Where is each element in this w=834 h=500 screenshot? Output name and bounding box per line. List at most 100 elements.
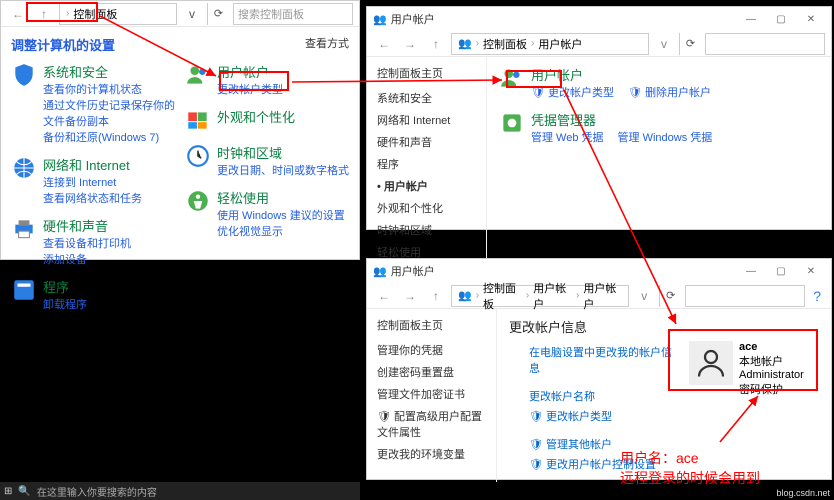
cp-category-appearance[interactable]: 外观和个性化 <box>185 107 349 133</box>
breadcrumb-item[interactable]: 用户帐户 <box>533 280 572 312</box>
nav-up-icon[interactable]: ↑ <box>425 33 447 55</box>
breadcrumb-item[interactable]: 控制面板 <box>483 280 522 312</box>
category-sub[interactable]: 备份和还原(Windows 7) <box>43 129 175 145</box>
category-sub[interactable]: 查看设备和打印机 <box>43 235 131 251</box>
card-sub[interactable]: 管理 Web 凭据 <box>531 129 604 145</box>
sidebar-item[interactable]: 网络和 Internet <box>377 109 476 131</box>
nav-forward-icon[interactable]: → <box>399 285 421 307</box>
nav-forward-icon[interactable]: → <box>399 33 421 55</box>
breadcrumb-item[interactable]: 控制面板 <box>483 36 527 52</box>
sidebar-item[interactable]: 外观和个性化 <box>377 197 476 219</box>
card-title[interactable]: 凭据管理器 <box>531 110 712 129</box>
shield-icon: 🛡 <box>377 411 391 423</box>
nav-up-icon[interactable]: ↑ <box>33 3 55 25</box>
maximize-button[interactable]: ▢ <box>767 10 795 28</box>
sidebar-link[interactable]: 管理文件加密证书 <box>377 383 486 405</box>
cp-category-hardware[interactable]: 硬件和声音 查看设备和打印机 添加设备 <box>11 216 175 267</box>
window-title: 用户帐户 <box>391 11 435 27</box>
help-icon[interactable]: ? <box>809 288 825 304</box>
avatar-icon <box>689 341 733 385</box>
dropdown-icon[interactable]: v <box>653 33 675 55</box>
maximize-button[interactable]: ▢ <box>767 262 795 280</box>
sidebar-heading[interactable]: 控制面板主页 <box>377 65 476 81</box>
dropdown-icon[interactable]: v <box>633 285 655 307</box>
nav-back-icon[interactable]: ← <box>373 33 395 55</box>
breadcrumb-item[interactable]: 用户帐户 <box>538 36 582 52</box>
nav-up-icon[interactable]: ↑ <box>425 285 447 307</box>
sidebar-item[interactable]: 时钟和区域 <box>377 219 476 241</box>
category-sub[interactable]: 添加设备 <box>43 251 131 267</box>
cp-category-ease[interactable]: 轻松使用 使用 Windows 建议的设置 优化视觉显示 <box>185 188 349 239</box>
search-icon: 🔍 <box>18 486 30 497</box>
refresh-icon[interactable]: ⟳ <box>679 33 701 55</box>
card-credential-manager[interactable]: 凭据管理器 管理 Web 凭据 管理 Windows 凭据 <box>499 110 819 145</box>
action-link[interactable]: 更改帐户名称 <box>509 386 679 406</box>
users-icon: 👥 <box>373 13 387 26</box>
nav-back-icon[interactable]: ← <box>7 3 29 25</box>
card-sub[interactable]: 🛡 删除用户帐户 <box>628 84 711 100</box>
sidebar-link[interactable]: 更改我的环境变量 <box>377 443 486 465</box>
breadcrumb[interactable]: 👥 › 控制面板 › 用户帐户 › 用户帐户 <box>451 285 629 307</box>
category-title[interactable]: 轻松使用 <box>217 188 345 207</box>
cp-category-system[interactable]: 系统和安全 查看你的计算机状态 通过文件历史记录保存你的文件备份副本 备份和还原… <box>11 62 175 145</box>
card-title[interactable]: 用户帐户 <box>531 65 711 84</box>
category-title[interactable]: 网络和 Internet <box>43 155 142 174</box>
content-area: 调整计算机的设置 查看方式 系统和安全 查看你的计算机状态 通过文件历史记录保存… <box>1 27 359 330</box>
breadcrumb[interactable]: › 控制面板 <box>59 3 177 25</box>
minimize-button[interactable]: — <box>737 10 765 28</box>
category-sub[interactable]: 更改日期、时间或数字格式 <box>217 162 349 178</box>
taskbar[interactable]: ⊞ 🔍 在这里输入你要搜索的内容 <box>0 482 360 500</box>
shield-icon <box>11 62 37 88</box>
close-button[interactable]: ✕ <box>797 262 825 280</box>
cp-category-user-accounts[interactable]: 用户帐户 更改帐户类型 <box>185 62 349 97</box>
category-title[interactable]: 时钟和区域 <box>217 143 349 162</box>
sidebar-item[interactable]: 程序 <box>377 153 476 175</box>
category-title[interactable]: 外观和个性化 <box>217 107 295 126</box>
taskbar-search[interactable]: 在这里输入你要搜索的内容 <box>37 484 157 499</box>
refresh-icon[interactable]: ⟳ <box>207 3 229 25</box>
category-sub[interactable]: 查看你的计算机状态 <box>43 81 175 97</box>
start-icon[interactable]: ⊞ <box>4 486 12 497</box>
nav-back-icon[interactable]: ← <box>373 285 395 307</box>
search-input[interactable] <box>685 285 805 307</box>
category-title[interactable]: 系统和安全 <box>43 62 175 81</box>
sidebar-heading[interactable]: 控制面板主页 <box>377 317 486 333</box>
sidebar-link[interactable]: 🛡 配置高级用户配置文件属性 <box>377 405 486 443</box>
shield-icon: 🛡 <box>531 87 545 99</box>
category-sub[interactable]: 通过文件历史记录保存你的文件备份副本 <box>43 97 175 129</box>
refresh-icon[interactable]: ⟳ <box>659 285 681 307</box>
category-sub[interactable]: 连接到 Internet <box>43 174 142 190</box>
search-input[interactable]: 搜索控制面板 <box>233 3 353 25</box>
cp-category-programs[interactable]: 程序 卸载程序 <box>11 277 175 312</box>
category-title[interactable]: 硬件和声音 <box>43 216 131 235</box>
vault-icon <box>499 110 525 136</box>
cp-category-network[interactable]: 网络和 Internet 连接到 Internet 查看网络状态和任务 <box>11 155 175 206</box>
category-sub[interactable]: 更改帐户类型 <box>217 81 283 97</box>
sidebar-item[interactable]: 系统和安全 <box>377 87 476 109</box>
sidebar-item-active[interactable]: 用户帐户 <box>377 175 476 197</box>
settings-link[interactable]: 在电脑设置中更改我的帐户信息 <box>529 344 679 376</box>
card-user-accounts[interactable]: 用户帐户 🛡 更改帐户类型 🛡 删除用户帐户 <box>499 65 819 100</box>
category-sub[interactable]: 卸载程序 <box>43 296 87 312</box>
minimize-button[interactable]: — <box>737 262 765 280</box>
cp-category-clock[interactable]: 时钟和区域 更改日期、时间或数字格式 <box>185 143 349 178</box>
category-title[interactable]: 用户帐户 <box>217 62 283 81</box>
card-sub[interactable]: 管理 Windows 凭据 <box>618 129 713 145</box>
category-sub[interactable]: 使用 Windows 建议的设置 <box>217 207 345 223</box>
dropdown-icon[interactable]: v <box>181 3 203 25</box>
sidebar-link[interactable]: 管理你的凭据 <box>377 339 486 361</box>
category-sub[interactable]: 优化视觉显示 <box>217 223 345 239</box>
breadcrumb[interactable]: 👥 › 控制面板 › 用户帐户 <box>451 33 649 55</box>
sidebar-link[interactable]: 创建密码重置盘 <box>377 361 486 383</box>
category-title[interactable]: 程序 <box>43 277 87 296</box>
breadcrumb-item[interactable]: 用户帐户 <box>583 280 622 312</box>
close-button[interactable]: ✕ <box>797 10 825 28</box>
breadcrumb-item[interactable]: 控制面板 <box>73 6 117 22</box>
card-sub[interactable]: 🛡 更改帐户类型 <box>531 84 614 100</box>
view-mode-label[interactable]: 查看方式 <box>305 35 349 54</box>
category-sub[interactable]: 查看网络状态和任务 <box>43 190 142 206</box>
search-input[interactable] <box>705 33 825 55</box>
sidebar-item[interactable]: 硬件和声音 <box>377 131 476 153</box>
action-link[interactable]: 🛡 更改帐户类型 <box>509 406 679 434</box>
shield-icon: 🛡 <box>628 87 642 99</box>
